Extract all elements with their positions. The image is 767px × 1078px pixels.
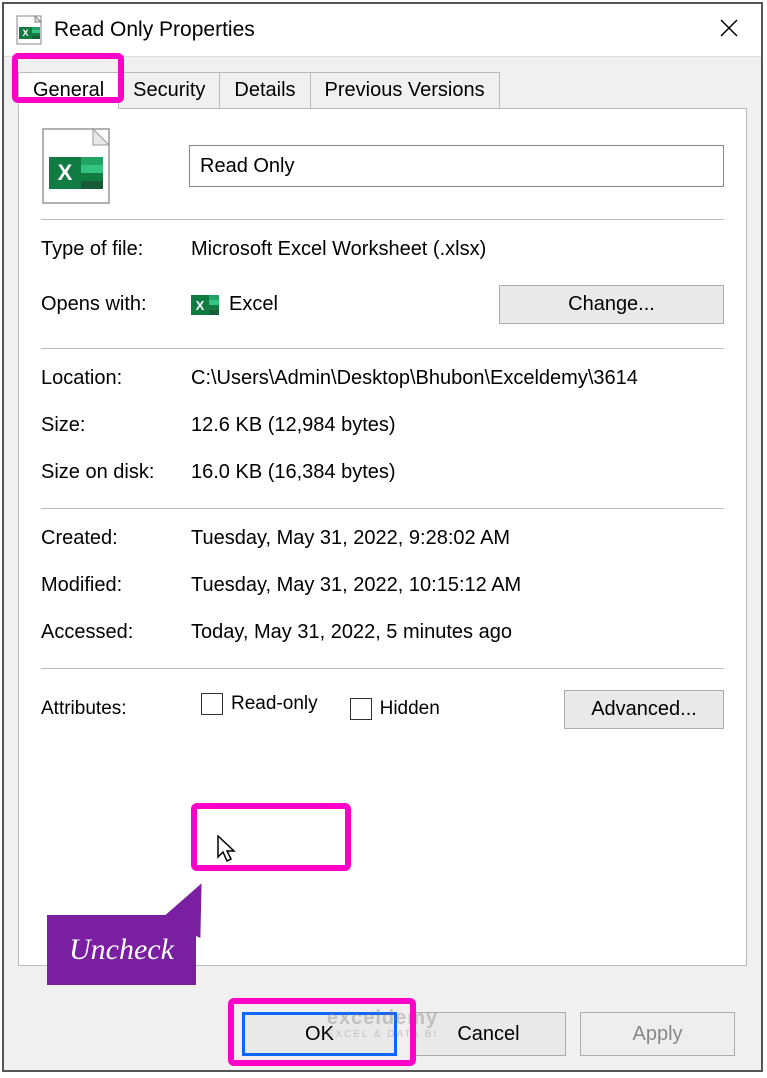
annotation-callout: Uncheck [47,915,196,985]
modified-value: Tuesday, May 31, 2022, 10:15:12 AM [191,574,724,597]
readonly-attribute-group: Read-only [191,687,330,731]
close-button[interactable] [709,16,749,44]
separator [41,219,724,220]
type-of-file-label: Type of file: [41,238,191,261]
separator [41,348,724,349]
svg-text:X: X [22,28,28,38]
accessed-label: Accessed: [41,621,191,644]
excel-file-icon: X [16,15,42,45]
tab-general[interactable]: General [18,72,119,109]
opens-with-label: Opens with: [41,293,191,316]
location-value: C:\Users\Admin\Desktop\Bhubon\Exceldemy\… [191,367,724,390]
readonly-checkbox[interactable] [201,693,223,715]
filename-input[interactable]: Read Only [189,145,724,187]
tab-security[interactable]: Security [118,72,220,109]
window-title: Read Only Properties [54,18,709,42]
hidden-checkbox[interactable] [350,698,372,720]
close-icon [718,17,740,39]
location-label: Location: [41,367,191,390]
separator [41,668,724,669]
created-value: Tuesday, May 31, 2022, 9:28:02 AM [191,527,724,550]
change-button[interactable]: Change... [499,285,724,324]
opens-with-value: Excel [229,293,278,316]
advanced-button[interactable]: Advanced... [564,690,724,729]
apply-button[interactable]: Apply [580,1012,735,1056]
hidden-attribute-group: Hidden [350,698,440,720]
tab-panel-general: X Read Only Type of file: Microsoft Exce… [18,108,747,966]
dialog-button-bar: OK Cancel Apply [242,1012,735,1056]
tabstrip: General Security Details Previous Versio… [18,72,747,109]
cancel-button[interactable]: Cancel [411,1012,566,1056]
tab-details[interactable]: Details [219,72,310,109]
excel-file-icon-large: X [41,127,111,205]
annotation-highlight [191,803,351,871]
cursor-icon [217,835,239,863]
accessed-value: Today, May 31, 2022, 5 minutes ago [191,621,724,644]
properties-dialog: X Read Only Properties General Security … [2,2,763,1072]
excel-app-icon: X [191,291,219,319]
hidden-checkbox-label: Hidden [380,698,440,720]
size-on-disk-label: Size on disk: [41,461,191,484]
size-label: Size: [41,414,191,437]
size-value: 12.6 KB (12,984 bytes) [191,414,724,437]
size-on-disk-value: 16.0 KB (16,384 bytes) [191,461,724,484]
created-label: Created: [41,527,191,550]
dialog-body: General Security Details Previous Versio… [4,56,761,1070]
svg-text:X: X [196,298,205,313]
titlebar: X Read Only Properties [4,4,761,56]
svg-text:X: X [58,160,73,185]
separator [41,508,724,509]
type-of-file-value: Microsoft Excel Worksheet (.xlsx) [191,238,724,261]
annotation-callout-text: Uncheck [69,933,174,966]
ok-button[interactable]: OK [242,1012,397,1056]
readonly-checkbox-label: Read-only [231,693,318,715]
tab-previous-versions[interactable]: Previous Versions [310,72,500,109]
modified-label: Modified: [41,574,191,597]
attributes-label: Attributes: [41,698,191,720]
